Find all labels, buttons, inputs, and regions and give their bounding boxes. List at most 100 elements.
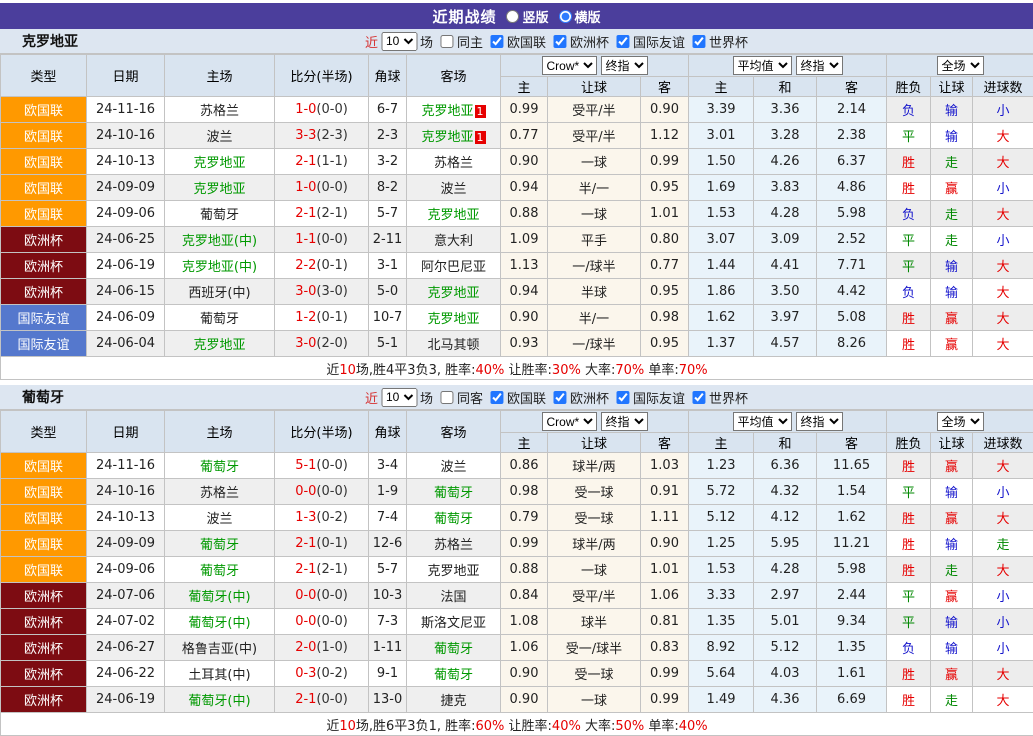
corner-count: 3-2	[369, 149, 407, 175]
corner-count: 12-6	[369, 531, 407, 557]
match-score: 5-1(0-0)	[275, 453, 369, 479]
odds-handicap: 球半/两	[548, 453, 641, 479]
corner-count: 9-1	[369, 661, 407, 687]
home-team: 葡萄牙(中)	[165, 687, 275, 713]
col-header-date: 日期	[87, 55, 165, 97]
horizontal-layout-radio[interactable]	[559, 10, 572, 23]
corner-count: 7-3	[369, 609, 407, 635]
summary-row: 近10场,胜6平3负1, 胜率:60% 让胜率:40% 大率:50% 单率:40…	[1, 713, 1033, 736]
match-score: 2-1(1-1)	[275, 149, 369, 175]
odds-handicap: 半球	[548, 279, 641, 305]
result-winloss: 平	[887, 253, 931, 279]
match-date: 24-07-06	[87, 583, 165, 609]
odds-company-select[interactable]: Crow*	[542, 412, 597, 431]
odds-stage-select[interactable]: 终指	[601, 412, 648, 431]
team-name: 西班牙(中)	[188, 286, 250, 301]
league-filter-checkbox[interactable]	[553, 35, 566, 48]
average-select[interactable]: 平均值	[733, 56, 792, 75]
odds-home: 0.98	[501, 479, 548, 505]
league-filter-checkbox[interactable]	[616, 35, 629, 48]
average-stage-select[interactable]: 终指	[796, 56, 843, 75]
league-filter-checkbox[interactable]	[490, 391, 503, 404]
odds-handicap: 一球	[548, 557, 641, 583]
result-goals: 小	[973, 479, 1033, 505]
match-date: 24-10-16	[87, 123, 165, 149]
match-score: 2-1(2-1)	[275, 201, 369, 227]
team-name: 波兰	[206, 512, 232, 527]
avg-draw: 4.32	[754, 479, 817, 505]
away-team: 克罗地亚	[407, 305, 501, 331]
team-name: 阿尔巴尼亚	[421, 260, 486, 275]
team-name: 克罗地亚(中)	[182, 234, 257, 249]
league-filter-checkbox[interactable]	[490, 35, 503, 48]
avg-away: 5.98	[817, 201, 887, 227]
result-goals: 大	[973, 505, 1033, 531]
league-filter-checkbox[interactable]	[553, 391, 566, 404]
match-score: 1-1(0-0)	[275, 227, 369, 253]
average-stage-select[interactable]: 终指	[796, 412, 843, 431]
team-name: 克罗地亚	[427, 564, 479, 579]
col-header-goals-result: 进球数	[973, 433, 1033, 453]
match-date: 24-11-16	[87, 97, 165, 123]
match-score: 2-1(0-1)	[275, 531, 369, 557]
odds-stage-select[interactable]: 终指	[601, 56, 648, 75]
away-team: 克罗地亚1	[407, 97, 501, 123]
result-winloss: 胜	[887, 175, 931, 201]
league-badge: 欧国联	[1, 97, 87, 123]
home-team: 苏格兰	[165, 97, 275, 123]
odds-away: 1.03	[641, 453, 689, 479]
result-goals: 小	[973, 175, 1033, 201]
col-header-handicap-result: 让球	[931, 433, 973, 453]
avg-away: 1.62	[817, 505, 887, 531]
period-select[interactable]: 全场	[937, 56, 984, 75]
home-team: 葡萄牙	[165, 305, 275, 331]
avg-away: 11.21	[817, 531, 887, 557]
odds-away: 0.80	[641, 227, 689, 253]
col-header-avg-home: 主	[689, 77, 754, 97]
match-date: 24-09-06	[87, 557, 165, 583]
same-venue-checkbox[interactable]	[440, 35, 453, 48]
col-header-home: 主场	[165, 55, 275, 97]
league-filter-checkbox[interactable]	[616, 391, 629, 404]
odds-away: 0.77	[641, 253, 689, 279]
odds-home: 1.06	[501, 635, 548, 661]
vertical-layout-radio[interactable]	[506, 10, 519, 23]
team-name: 葡萄牙	[200, 538, 239, 553]
col-header-date: 日期	[87, 411, 165, 453]
avg-draw: 3.83	[754, 175, 817, 201]
league-filter-checkbox[interactable]	[692, 391, 705, 404]
horizontal-layout-option[interactable]: 横版	[559, 7, 601, 26]
home-team: 葡萄牙	[165, 531, 275, 557]
match-date: 24-10-13	[87, 149, 165, 175]
league-filter-checkbox[interactable]	[692, 35, 705, 48]
match-score: 0-0(0-0)	[275, 479, 369, 505]
league-badge: 欧洲杯	[1, 227, 87, 253]
avg-home: 1.62	[689, 305, 754, 331]
home-team: 葡萄牙	[165, 201, 275, 227]
odds-handicap: 受一球	[548, 505, 641, 531]
avg-away: 1.35	[817, 635, 887, 661]
average-select[interactable]: 平均值	[733, 412, 792, 431]
odds-company-select[interactable]: Crow*	[542, 56, 597, 75]
corner-count: 5-7	[369, 201, 407, 227]
avg-home: 1.44	[689, 253, 754, 279]
same-venue-checkbox[interactable]	[440, 391, 453, 404]
vertical-layout-option[interactable]: 竖版	[506, 7, 548, 26]
avg-away: 4.86	[817, 175, 887, 201]
avg-home: 3.07	[689, 227, 754, 253]
result-goals: 大	[973, 201, 1033, 227]
result-winloss: 胜	[887, 453, 931, 479]
avg-draw: 5.95	[754, 531, 817, 557]
recent-count-select[interactable]: 10	[381, 388, 417, 407]
avg-draw: 4.36	[754, 687, 817, 713]
recent-count-select[interactable]: 10	[381, 32, 417, 51]
match-date: 24-06-04	[87, 331, 165, 357]
recent-results-page: 近期战绩 竖版 横版 克罗地亚 近 10 场 同主 欧国联 欧洲杯 国际友谊 世…	[0, 3, 1033, 736]
result-handicap: 赢	[931, 583, 973, 609]
team-name: 克罗地亚	[193, 182, 245, 197]
result-winloss: 胜	[887, 331, 931, 357]
odds-home: 1.13	[501, 253, 548, 279]
period-select[interactable]: 全场	[937, 412, 984, 431]
result-goals: 小	[973, 583, 1033, 609]
period-group-header: 全场	[887, 55, 1033, 77]
